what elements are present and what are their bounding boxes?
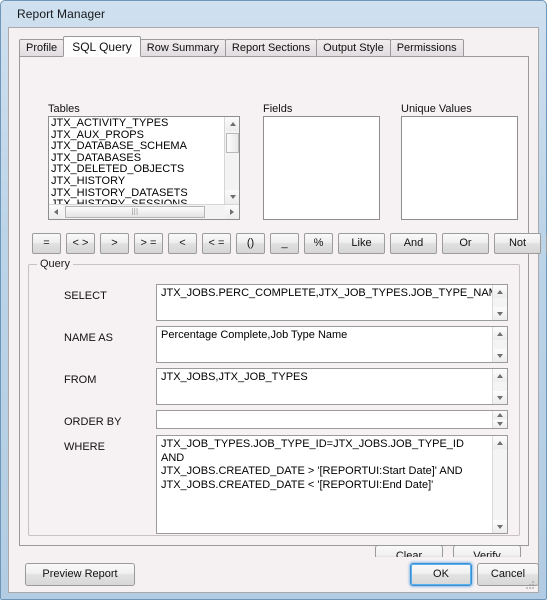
from-field[interactable]: JTX_JOBS,JTX_JOB_TYPES	[156, 368, 508, 405]
tables-listbox[interactable]: JTX_ACTIVITY_TYPES JTX_AUX_PROPS JTX_DAT…	[48, 116, 240, 220]
operator-button-or[interactable]: Or	[442, 233, 489, 254]
list-item[interactable]: JTX_DATABASES	[51, 153, 222, 165]
list-item[interactable]: JTX_HISTORY	[51, 176, 222, 188]
order-by-label: ORDER BY	[64, 416, 122, 428]
tab-output-style[interactable]: Output Style	[316, 39, 391, 57]
dialog-footer: Preview Report OK Cancel	[8, 557, 539, 593]
order-by-field[interactable]	[156, 410, 508, 429]
operator-button-like[interactable]: Like	[338, 233, 385, 254]
operator-button-row: = < > > > = < < = () _ % Like And Or Not…	[32, 233, 547, 254]
operator-button-underscore[interactable]: _	[270, 233, 299, 254]
unique-values-label: Unique Values	[401, 103, 472, 115]
tab-report-sections[interactable]: Report Sections	[224, 39, 318, 57]
resize-grip-icon[interactable]	[523, 578, 535, 590]
select-field[interactable]: JTX_JOBS.PERC_COMPLETE,JTX_JOB_TYPES.JOB…	[156, 284, 508, 321]
tables-vertical-scrollbar[interactable]	[224, 117, 239, 204]
scroll-up-icon[interactable]	[493, 411, 507, 419]
operator-button-percent[interactable]: %	[304, 233, 333, 254]
report-manager-window: Report Manager Profile SQL Query Row Sum…	[0, 0, 547, 600]
operator-button-greater-or-equal[interactable]: > =	[134, 233, 163, 254]
where-field-value: JTX_JOB_TYPES.JOB_TYPE_ID=JTX_JOBS.JOB_T…	[161, 438, 464, 491]
horizontal-scroll-thumb[interactable]: |||	[65, 206, 205, 218]
operator-button-not-equals[interactable]: < >	[66, 233, 95, 254]
operator-button-parentheses[interactable]: ()	[236, 233, 265, 254]
select-field-scrollbar[interactable]	[492, 285, 507, 320]
list-item[interactable]: JTX_ACTIVITY_TYPES	[51, 118, 222, 130]
scroll-left-icon[interactable]	[49, 205, 63, 219]
tables-label: Tables	[48, 103, 80, 115]
scroll-down-icon[interactable]	[225, 190, 239, 204]
from-field-value: JTX_JOBS,JTX_JOB_TYPES	[161, 371, 308, 383]
where-field[interactable]: JTX_JOB_TYPES.JOB_TYPE_ID=JTX_JOBS.JOB_T…	[156, 435, 508, 534]
scroll-up-icon[interactable]	[225, 117, 239, 131]
tabstrip: Profile SQL Query Row Summary Report Sec…	[19, 36, 464, 57]
operator-button-and[interactable]: And	[390, 233, 437, 254]
scroll-down-icon[interactable]	[493, 391, 507, 404]
fields-label: Fields	[263, 103, 293, 115]
list-item[interactable]: JTX_DELETED_OBJECTS	[51, 164, 222, 176]
scroll-up-icon[interactable]	[493, 327, 507, 340]
select-label: SELECT	[64, 290, 107, 302]
operator-button-less-than[interactable]: <	[168, 233, 197, 254]
operator-button-not[interactable]: Not	[494, 233, 541, 254]
scroll-thumb-grip-icon: |||	[131, 208, 139, 216]
tab-profile[interactable]: Profile	[19, 39, 65, 57]
name-as-label: NAME AS	[64, 332, 113, 344]
ok-button[interactable]: OK	[410, 563, 472, 586]
dialog-client-area: Profile SQL Query Row Summary Report Sec…	[8, 27, 547, 593]
scroll-down-icon[interactable]	[493, 520, 507, 533]
operator-button-equals[interactable]: =	[32, 233, 61, 254]
list-item[interactable]: JTX_DATABASE_SCHEMA	[51, 141, 222, 153]
name-as-field-scrollbar[interactable]	[492, 327, 507, 362]
scroll-down-icon[interactable]	[493, 349, 507, 362]
name-as-field[interactable]: Percentage Complete,Job Type Name	[156, 326, 508, 363]
fields-listbox[interactable]	[263, 116, 380, 220]
name-as-field-value: Percentage Complete,Job Type Name	[161, 329, 348, 341]
tab-permissions[interactable]: Permissions	[389, 39, 464, 57]
select-field-value: JTX_JOBS.PERC_COMPLETE,JTX_JOB_TYPES.JOB…	[161, 287, 506, 299]
scroll-up-icon[interactable]	[493, 369, 507, 382]
vertical-scroll-thumb[interactable]	[226, 133, 239, 153]
order-by-field-scrollbar[interactable]	[492, 411, 507, 428]
sql-query-tab-page: Tables JTX_ACTIVITY_TYPES JTX_AUX_PROPS …	[19, 56, 547, 568]
where-label: WHERE	[64, 441, 105, 453]
operator-button-less-or-equal[interactable]: < =	[202, 233, 231, 254]
tab-row-summary[interactable]: Row Summary	[139, 39, 226, 57]
from-label: FROM	[64, 374, 97, 386]
operator-button-greater-than[interactable]: >	[100, 233, 129, 254]
tables-list-items: JTX_ACTIVITY_TYPES JTX_AUX_PROPS JTX_DAT…	[51, 118, 222, 211]
where-field-scrollbar[interactable]	[492, 436, 507, 533]
window-title: Report Manager	[17, 7, 106, 21]
preview-report-button[interactable]: Preview Report	[25, 563, 135, 586]
from-field-scrollbar[interactable]	[492, 369, 507, 404]
scroll-up-icon[interactable]	[493, 436, 507, 449]
scroll-right-icon[interactable]	[225, 205, 239, 219]
list-item[interactable]: JTX_HISTORY_DATASETS	[51, 188, 222, 200]
query-groupbox-label: Query	[37, 258, 73, 270]
scroll-down-icon[interactable]	[493, 307, 507, 320]
tables-horizontal-scrollbar[interactable]: |||	[49, 204, 239, 219]
scroll-up-icon[interactable]	[493, 285, 507, 298]
scroll-down-icon[interactable]	[493, 420, 507, 428]
list-item[interactable]: JTX_AUX_PROPS	[51, 130, 222, 142]
query-groupbox: Query SELECT JTX_JOBS.PERC_COMPLETE,JTX_…	[28, 258, 520, 536]
unique-values-listbox[interactable]	[401, 116, 518, 220]
tab-sql-query[interactable]: SQL Query	[63, 36, 141, 57]
window-titlebar: Report Manager	[1, 1, 546, 27]
